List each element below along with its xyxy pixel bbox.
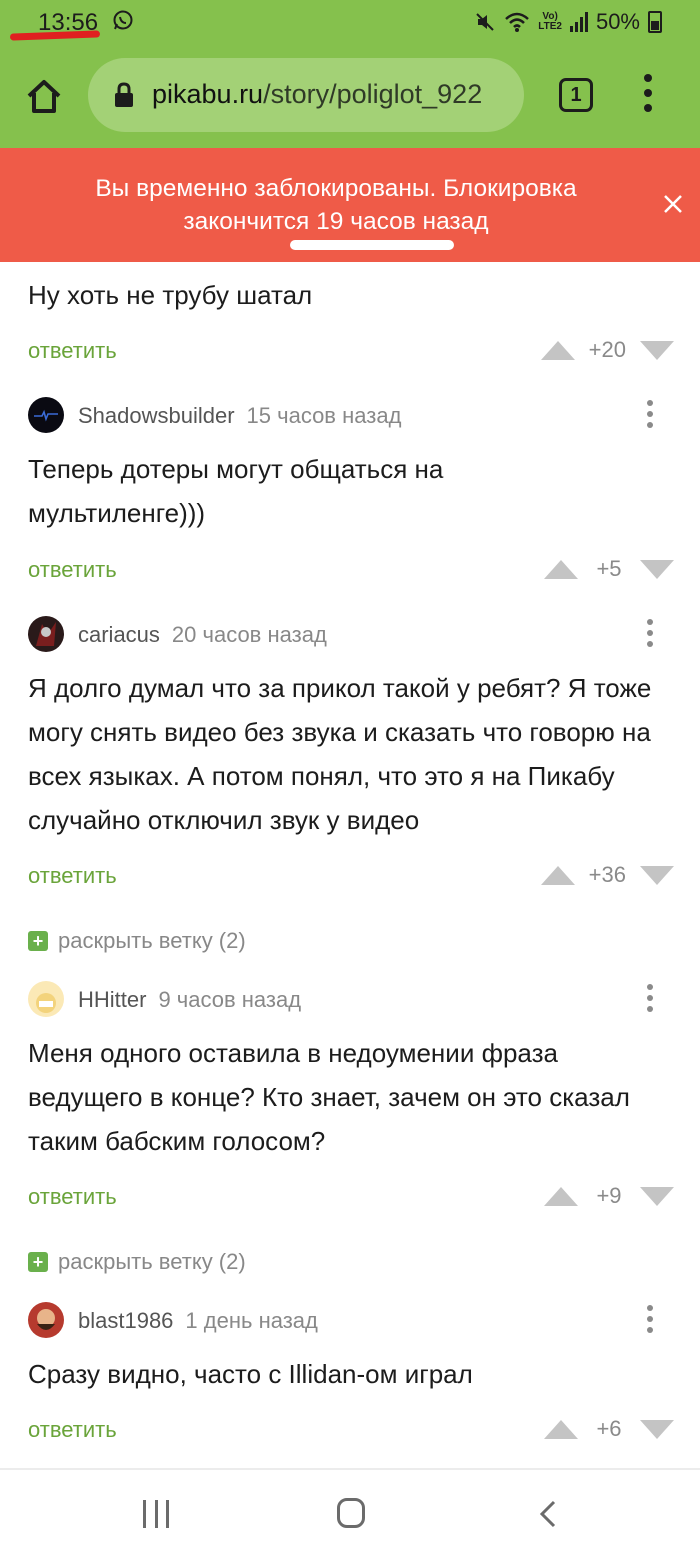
downvote-icon[interactable]: [640, 340, 674, 360]
more-options-icon[interactable]: [645, 1305, 655, 1337]
comment-score: +6: [596, 1416, 622, 1441]
downvote-icon[interactable]: [640, 1419, 674, 1439]
downvote-icon[interactable]: [640, 559, 674, 579]
vote-controls: +5: [544, 556, 674, 581]
comment-text: Я долго думал что за прикол такой у ребя…: [28, 673, 652, 835]
more-options-icon[interactable]: [645, 984, 655, 1016]
comment-text: Сразу видно, часто с Illidan-ом играл: [28, 1359, 473, 1389]
expand-branch-label: раскрыть ветку (2): [58, 928, 246, 953]
browser-toolbar: pikabu.ru/story/poliglot_922 1: [0, 44, 700, 148]
system-nav-bar: [0, 1470, 700, 1556]
upvote-icon[interactable]: [544, 1186, 578, 1206]
lock-icon: [115, 82, 133, 107]
vote-controls: +36: [540, 862, 674, 887]
white-scribble-mark: [290, 240, 454, 250]
whatsapp-icon: [113, 10, 133, 30]
close-icon[interactable]: [662, 193, 684, 215]
reply-link[interactable]: ответить: [28, 1184, 117, 1210]
vote-controls: +9: [544, 1183, 674, 1208]
wifi-icon: [505, 12, 530, 32]
recent-apps-icon[interactable]: [143, 1500, 169, 1528]
upvote-icon[interactable]: [544, 559, 578, 579]
comment-score: +20: [588, 337, 626, 362]
reply-link[interactable]: ответить: [28, 1417, 117, 1443]
back-icon[interactable]: [538, 1500, 558, 1528]
comment-time: 1 день назад: [185, 1308, 318, 1333]
comment-text: Меня одного оставила в недоумении фраза …: [28, 1038, 630, 1156]
network-type: Vo) LTE2: [538, 12, 562, 32]
vote-controls: +20: [540, 337, 674, 362]
comment-text: Теперь дотеры могут общаться на мультиле…: [28, 454, 444, 528]
plus-icon: +: [28, 1252, 48, 1272]
url-path: /story/poliglot_922: [263, 79, 483, 109]
ban-message: Вы временно заблокированы. Блокировка за…: [95, 175, 577, 235]
battery-icon: [648, 11, 662, 33]
home-button-icon[interactable]: [337, 1498, 365, 1528]
avatar-image: [36, 622, 56, 646]
comment-time: 9 часов назад: [158, 987, 302, 1012]
avatar-image: [37, 1309, 55, 1330]
mute-icon: [476, 13, 494, 31]
tabs-button[interactable]: 1: [559, 78, 593, 112]
plus-icon: +: [28, 931, 48, 951]
upvote-icon[interactable]: [540, 865, 575, 885]
comment-text: Ну хоть не трубу шатал: [28, 280, 313, 310]
more-options-icon[interactable]: [645, 400, 655, 432]
expand-branch-button[interactable]: + раскрыть ветку (2): [28, 928, 246, 954]
downvote-icon[interactable]: [640, 865, 674, 885]
comment-score: +9: [596, 1183, 622, 1208]
home-icon[interactable]: [24, 76, 64, 116]
avatar[interactable]: [28, 616, 64, 652]
reply-link[interactable]: ответить: [28, 338, 117, 364]
red-scribble-mark: [9, 30, 101, 41]
comment-header: blast1986 1 день назад: [78, 1308, 318, 1334]
avatar[interactable]: [28, 1302, 64, 1338]
url-text[interactable]: pikabu.ru/story/poliglot_922: [152, 79, 482, 110]
status-icons: Vo) LTE2 50%: [474, 9, 662, 35]
comment-header: Shadowsbuilder 15 часов назад: [78, 403, 401, 429]
username[interactable]: blast1986: [78, 1308, 173, 1333]
comment-score: +5: [596, 556, 622, 581]
network-label-bottom: LTE2: [538, 21, 562, 32]
avatar-image: [34, 409, 58, 422]
url-host: pikabu.ru: [152, 79, 264, 109]
comment-score: +36: [588, 862, 626, 887]
comment-header: cariacus 20 часов назад: [78, 622, 327, 648]
username[interactable]: cariacus: [78, 622, 160, 647]
comment-header: HHitter 9 часов назад: [78, 987, 301, 1013]
downvote-icon[interactable]: [640, 1186, 674, 1206]
vote-controls: +6: [544, 1416, 674, 1441]
expand-branch-label: раскрыть ветку (2): [58, 1249, 246, 1274]
comment-time: 15 часов назад: [246, 403, 402, 428]
upvote-icon[interactable]: [544, 1419, 578, 1439]
menu-icon[interactable]: [636, 74, 660, 118]
signal-icon: [569, 12, 588, 32]
battery-percent: 50%: [595, 9, 640, 34]
more-options-icon[interactable]: [645, 619, 655, 651]
avatar[interactable]: [28, 981, 64, 1017]
reply-link[interactable]: ответить: [28, 863, 117, 889]
status-bar: 13:56 Vo) LTE2 50%: [0, 0, 700, 44]
avatar-image: [36, 993, 56, 1013]
ban-notification: Вы временно заблокированы. Блокировка за…: [0, 148, 700, 262]
upvote-icon[interactable]: [540, 340, 575, 360]
reply-link[interactable]: ответить: [28, 557, 117, 583]
username[interactable]: HHitter: [78, 987, 146, 1012]
address-bar[interactable]: pikabu.ru/story/poliglot_922: [88, 58, 524, 132]
comment-time: 20 часов назад: [171, 622, 327, 647]
expand-branch-button[interactable]: + раскрыть ветку (2): [28, 1249, 246, 1275]
avatar[interactable]: [28, 397, 64, 433]
username[interactable]: Shadowsbuilder: [78, 403, 235, 428]
